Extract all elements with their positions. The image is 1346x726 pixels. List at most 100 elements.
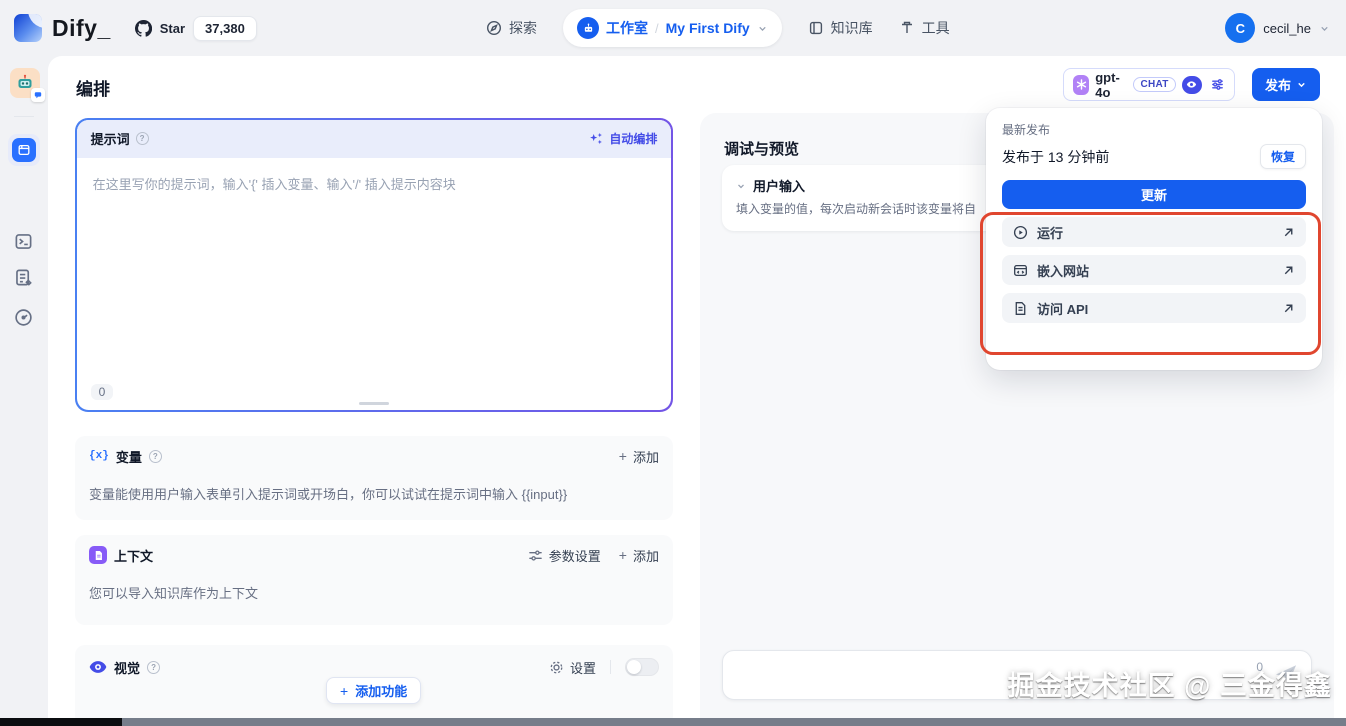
- publish-dropdown: 最新发布 发布于 13 分钟前 恢复 更新 运行 嵌入网站 访问 API: [986, 108, 1322, 370]
- auto-orchestrate-label: 自动编排: [609, 132, 658, 147]
- play-circle-icon: [1013, 225, 1028, 239]
- rail-item-monitoring[interactable]: [14, 308, 33, 327]
- dify-logo-icon: [14, 14, 42, 42]
- arrow-up-right-icon: [1284, 304, 1293, 312]
- help-icon[interactable]: ?: [147, 660, 161, 674]
- prompt-panel-header: 提示词 ? 自动编排: [76, 119, 672, 158]
- vision-toggle[interactable]: [625, 658, 659, 676]
- bottom-edge-strip: [0, 718, 1346, 726]
- divider: [610, 660, 611, 674]
- app-header: Dify_ Star 37,380 探索 工作室 / My First Dify…: [0, 0, 1346, 56]
- help-icon[interactable]: ?: [148, 449, 162, 463]
- send-icon[interactable]: [1273, 661, 1299, 687]
- user-name: cecil_he: [1263, 20, 1311, 36]
- chat-input[interactable]: 0: [722, 650, 1312, 700]
- window-icon: [12, 138, 36, 162]
- nav-tools[interactable]: 工具: [899, 18, 950, 38]
- brand-name: Dify_: [52, 14, 111, 41]
- nav-explore-label: 探索: [509, 20, 537, 36]
- chevron-down-icon: [738, 183, 744, 188]
- chevron-down-icon: [1298, 82, 1305, 88]
- star-count[interactable]: 37,380: [193, 15, 257, 41]
- arrow-up-right-icon: [1284, 266, 1293, 274]
- debug-title: 调试与预览: [724, 141, 800, 158]
- chat-mode-badge-icon: [31, 88, 45, 102]
- user-menu[interactable]: C cecil_he: [1225, 13, 1330, 43]
- rail-item-orchestrate[interactable]: [8, 134, 40, 166]
- plus-icon: +: [340, 682, 349, 699]
- eye-icon: [89, 661, 107, 673]
- prompt-title: 提示词: [90, 132, 130, 148]
- app-avatar[interactable]: [10, 68, 45, 102]
- book-icon: [809, 21, 822, 35]
- context-section: 上下文 参数设置 + 添加 您可以导入知识库作为上下文: [75, 535, 673, 625]
- openai-icon: [1073, 74, 1090, 95]
- add-feature-button[interactable]: + 添加功能: [326, 677, 422, 704]
- nav-studio-pill[interactable]: 工作室 / My First Dify: [563, 9, 782, 47]
- add-context-button[interactable]: + 添加: [619, 546, 659, 565]
- auto-orchestrate-button[interactable]: 自动编排: [589, 130, 657, 147]
- prompt-editor[interactable]: 在这里写你的提示词，输入'{' 插入变量、输入'/' 插入提示内容块: [77, 158, 672, 411]
- page-title: 编排: [76, 80, 110, 99]
- plus-icon: +: [618, 547, 627, 563]
- tools-icon: [901, 21, 912, 33]
- params-settings-label: 参数设置: [548, 548, 601, 564]
- variables-description: 变量能使用用户输入表单引入提示词或开场白，你可以试试在提示词中输入 {{inpu…: [89, 487, 568, 502]
- params-settings-button[interactable]: 参数设置: [528, 546, 601, 565]
- gauge-icon: [15, 309, 32, 326]
- gear-icon: [550, 661, 563, 673]
- left-rail: [0, 56, 48, 726]
- context-title: 上下文: [114, 548, 154, 564]
- variable-icon: {x}: [89, 450, 109, 462]
- prompt-placeholder: 在这里写你的提示词，输入'{' 插入变量、输入'/' 插入提示内容块: [92, 176, 456, 192]
- arrow-up-right-icon: [1284, 228, 1293, 236]
- resize-handle[interactable]: [359, 402, 389, 406]
- menu-item-label: 运行: [1037, 225, 1064, 241]
- github-icon: [134, 19, 152, 37]
- variables-section: {x} 变量 ? + 添加 变量能使用用户输入表单引入提示词或开场白，你可以试试…: [75, 436, 673, 520]
- nav-knowledge[interactable]: 知识库: [808, 18, 873, 38]
- model-selector[interactable]: gpt-4o CHAT: [1063, 68, 1235, 101]
- sliders-icon: [529, 549, 542, 561]
- menu-item-access-api[interactable]: 访问 API: [1002, 293, 1306, 323]
- logs-icon: [16, 269, 32, 286]
- breadcrumb-app-name: My First Dify: [665, 20, 750, 36]
- vision-settings-button[interactable]: 设置: [549, 658, 596, 677]
- vision-title: 视觉: [114, 660, 141, 676]
- user-input-title: 用户输入: [753, 179, 806, 194]
- robot-icon: [577, 17, 599, 39]
- context-description: 您可以导入知识库作为上下文: [89, 586, 259, 601]
- sparkles-icon: [590, 132, 603, 145]
- add-variable-label: 添加: [632, 449, 659, 465]
- model-name: gpt-4o: [1095, 69, 1120, 100]
- avatar: C: [1225, 13, 1256, 43]
- rail-item-terminal[interactable]: [14, 232, 33, 251]
- publish-button[interactable]: 发布: [1252, 68, 1320, 101]
- chevron-down-icon: [1321, 26, 1328, 31]
- add-context-label: 添加: [632, 548, 659, 564]
- menu-item-embed-site[interactable]: 嵌入网站: [1002, 255, 1306, 285]
- menu-item-label: 访问 API: [1037, 301, 1089, 317]
- file-icon: [1015, 301, 1026, 315]
- vision-settings-label: 设置: [569, 660, 596, 676]
- star-label: Star: [159, 20, 186, 36]
- nav-studio-label: 工作室: [606, 20, 648, 36]
- model-tune-icon[interactable]: [1210, 77, 1225, 92]
- plus-icon: +: [618, 448, 627, 464]
- add-feature-label: 添加功能: [355, 684, 408, 699]
- update-button[interactable]: 更新: [1002, 180, 1306, 209]
- help-icon[interactable]: ?: [135, 132, 149, 146]
- menu-item-label: 嵌入网站: [1037, 263, 1090, 279]
- latest-release-label: 最新发布: [1002, 123, 1051, 137]
- add-variable-button[interactable]: + 添加: [619, 447, 659, 466]
- chat-mode-badge: CHAT: [1133, 77, 1176, 92]
- restore-button[interactable]: 恢复: [1259, 144, 1306, 169]
- rail-item-logs[interactable]: [14, 268, 33, 287]
- menu-item-run[interactable]: 运行: [1002, 217, 1306, 247]
- bottom-edge-dark-segment: [0, 718, 122, 726]
- context-doc-icon: [89, 546, 107, 564]
- vision-capability-icon: [1181, 75, 1202, 94]
- prompt-panel: 提示词 ? 自动编排 在这里写你的提示词，输入'{' 插入变量、输入'/' 插入…: [75, 118, 673, 412]
- nav-explore[interactable]: 探索: [486, 18, 537, 38]
- breadcrumb-separator: /: [655, 20, 659, 36]
